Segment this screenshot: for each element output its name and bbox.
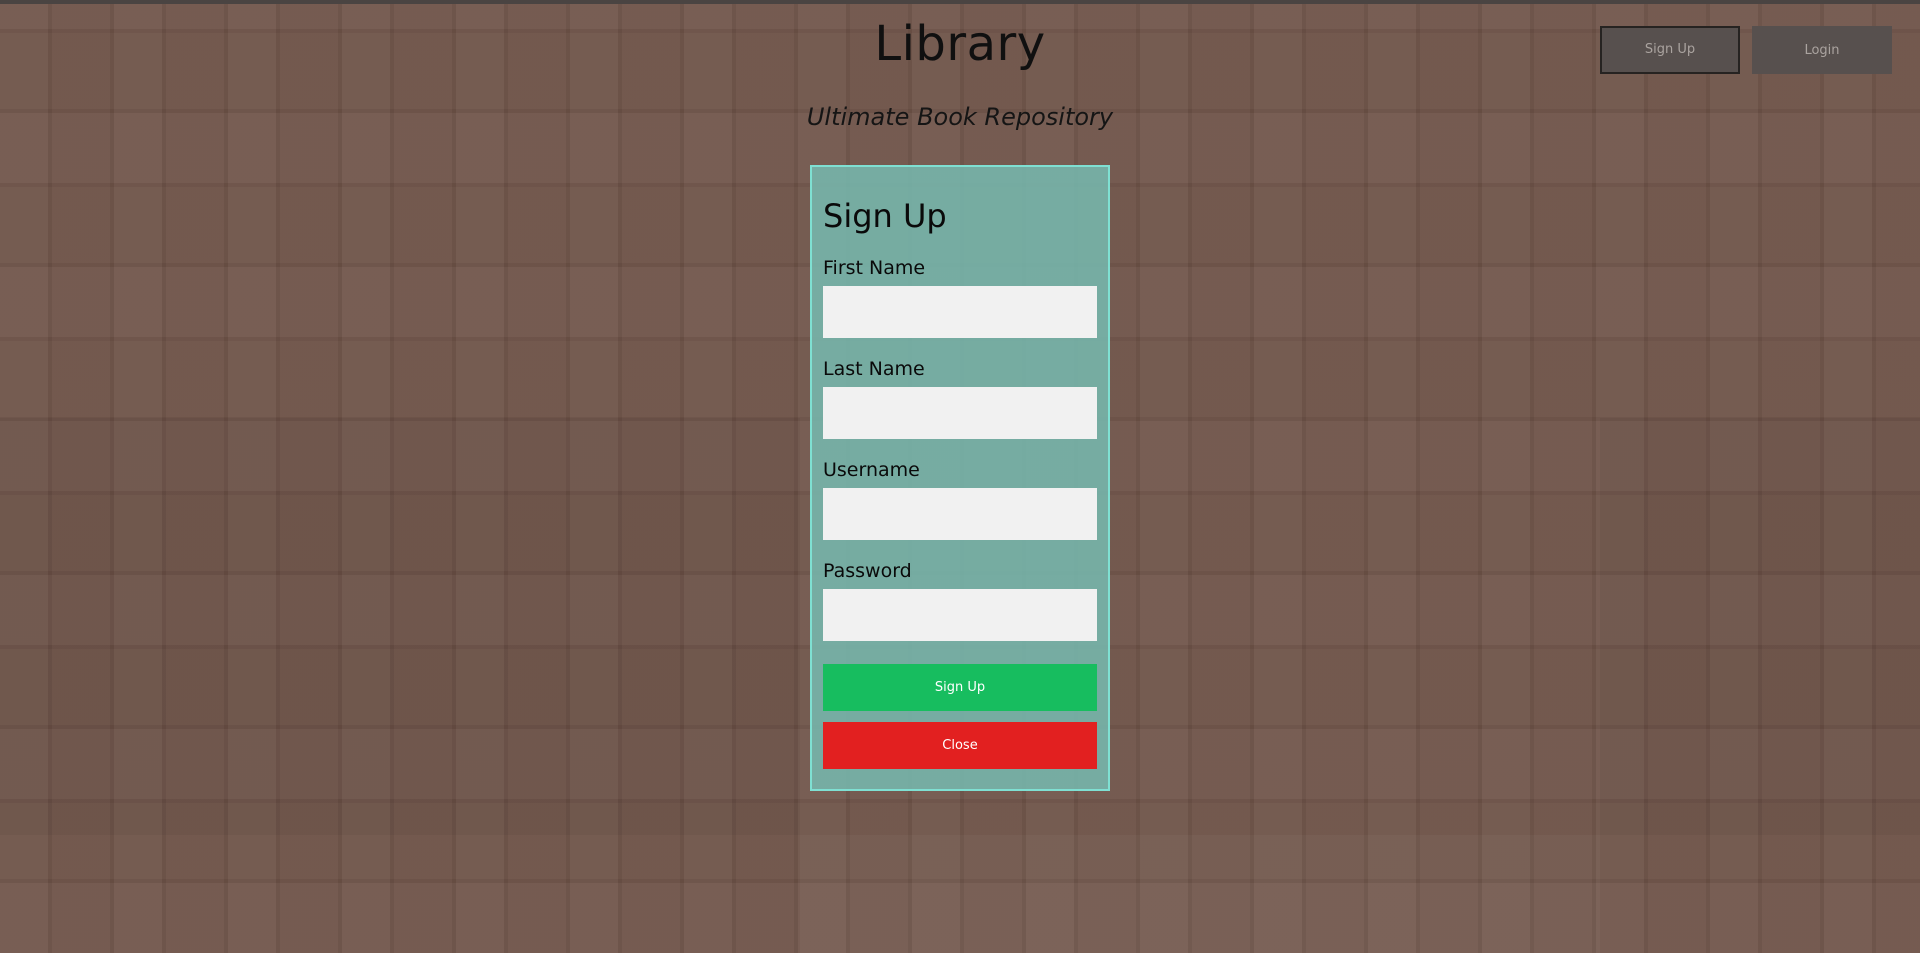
background-tile [800, 835, 1600, 953]
background-tile [1600, 418, 1920, 835]
background-tile [0, 418, 800, 835]
site-tagline: Ultimate Book Repository [806, 103, 1114, 131]
nav-signup-button[interactable]: Sign Up [1600, 26, 1740, 74]
last-name-label: Last Name [823, 358, 925, 380]
first-name-input[interactable] [823, 286, 1097, 338]
nav-login-button[interactable]: Login [1752, 26, 1892, 74]
password-label: Password [823, 560, 912, 582]
username-label: Username [823, 459, 920, 481]
signup-submit-button[interactable]: Sign Up [823, 664, 1097, 711]
close-button[interactable]: Close [823, 722, 1097, 769]
first-name-label: First Name [823, 257, 926, 279]
site-title: Library [874, 16, 1046, 72]
signup-modal: Sign Up First Name Last Name Username Pa… [810, 165, 1110, 791]
modal-title: Sign Up [823, 197, 947, 235]
username-input[interactable] [823, 488, 1097, 540]
last-name-input[interactable] [823, 387, 1097, 439]
top-border [0, 0, 1920, 4]
password-input[interactable] [823, 589, 1097, 641]
